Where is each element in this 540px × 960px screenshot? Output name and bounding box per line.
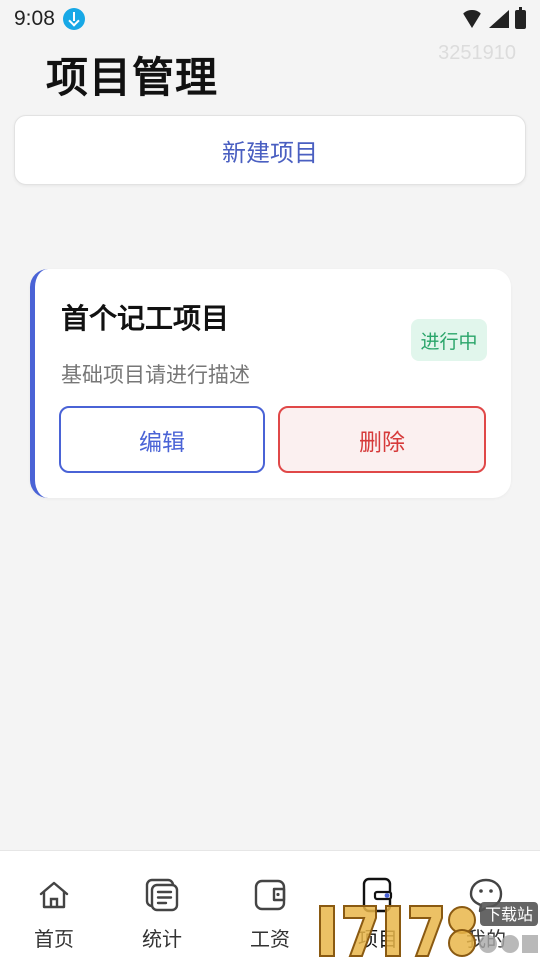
nav-item-wages[interactable]: 工资	[216, 851, 324, 960]
status-badge: 进行中	[411, 319, 487, 361]
cell-signal-icon	[489, 10, 509, 28]
delete-button[interactable]: 删除	[278, 406, 486, 473]
watermark-code: 3251910	[438, 42, 516, 64]
nav-item-stats[interactable]: 统计	[108, 851, 216, 960]
edit-button[interactable]: 编辑	[59, 406, 265, 473]
nav-label-profile: 我的	[466, 927, 506, 951]
download-notification-icon	[62, 8, 85, 30]
project-card[interactable]: 首个记工项目 进行中 基础项目请进行描述 编辑 删除	[30, 269, 511, 498]
project-icon	[362, 877, 393, 913]
status-bar: 9:08	[0, 0, 540, 38]
nav-label-wages: 工资	[250, 927, 290, 951]
wallet-icon	[254, 879, 286, 911]
nav-label-stats: 统计	[142, 927, 182, 951]
battery-icon	[515, 6, 526, 29]
wifi-icon	[461, 10, 483, 28]
status-time: 9:08	[14, 7, 55, 30]
home-icon	[39, 881, 69, 909]
profile-icon	[469, 878, 503, 913]
bottom-nav: 首页 统计 工资 项目 我的	[0, 850, 540, 960]
project-name: 首个记工项目	[61, 302, 230, 335]
stats-icon	[145, 878, 179, 912]
nav-item-home[interactable]: 首页	[0, 851, 108, 960]
nav-item-profile[interactable]: 我的	[432, 851, 540, 960]
nav-label-home: 首页	[34, 927, 74, 951]
status-indicators	[461, 6, 526, 29]
project-description: 基础项目请进行描述	[61, 363, 250, 387]
nav-item-projects[interactable]: 项目	[324, 851, 432, 960]
new-project-button[interactable]: 新建项目	[14, 115, 526, 185]
page-title: 项目管理	[46, 53, 219, 102]
nav-label-projects: 项目	[358, 927, 398, 951]
